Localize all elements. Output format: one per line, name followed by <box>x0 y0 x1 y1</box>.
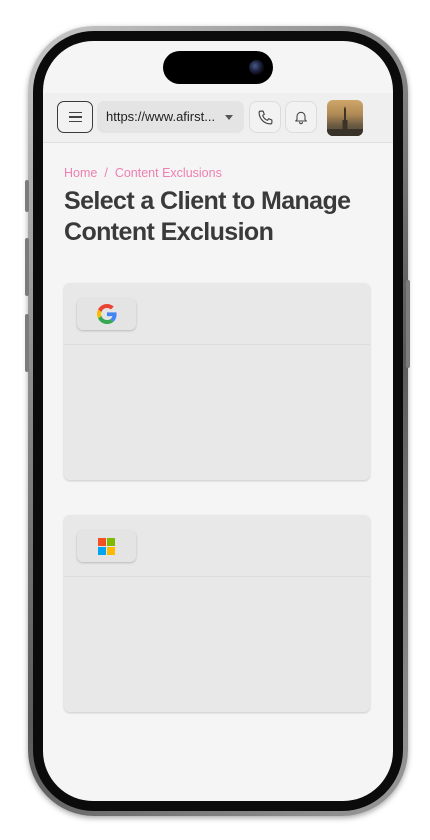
breadcrumb-current[interactable]: Content Exclusions <box>115 166 222 180</box>
screen: https://www.afirst... Home / Content Exc… <box>43 41 393 801</box>
action-button <box>25 180 29 212</box>
client-card-google[interactable] <box>64 283 370 480</box>
phone-button[interactable] <box>249 101 281 133</box>
menu-button[interactable] <box>57 101 93 133</box>
volume-up-button <box>25 238 29 296</box>
card-header <box>64 515 370 577</box>
chevron-down-icon <box>225 115 233 120</box>
url-dropdown[interactable]: https://www.afirst... <box>97 101 244 133</box>
microsoft-client-button[interactable] <box>77 530 136 562</box>
avatar[interactable] <box>327 100 363 136</box>
google-client-button[interactable] <box>77 298 136 330</box>
breadcrumb-home-link[interactable]: Home <box>64 166 97 180</box>
volume-down-button <box>25 314 29 372</box>
power-button <box>406 280 410 368</box>
microsoft-logo-icon <box>98 537 115 555</box>
breadcrumb: Home / Content Exclusions <box>64 166 374 182</box>
notifications-button[interactable] <box>285 101 317 133</box>
url-text: https://www.afirst... <box>106 109 216 124</box>
main-content: Home / Content Exclusions Select a Client … <box>64 166 374 248</box>
dynamic-island <box>163 51 273 84</box>
hamburger-icon <box>68 111 82 114</box>
bell-icon <box>295 111 307 125</box>
page-title: Select a Client to Manage Content Exclus… <box>64 187 351 246</box>
phone-icon <box>258 110 272 124</box>
browser-toolbar: https://www.afirst... <box>43 93 393 143</box>
breadcrumb-separator: / <box>104 166 108 180</box>
card-header <box>64 283 370 345</box>
camera-icon <box>249 60 264 75</box>
google-logo-icon <box>96 304 117 324</box>
client-card-microsoft[interactable] <box>64 515 370 712</box>
avatar-image <box>327 106 363 136</box>
